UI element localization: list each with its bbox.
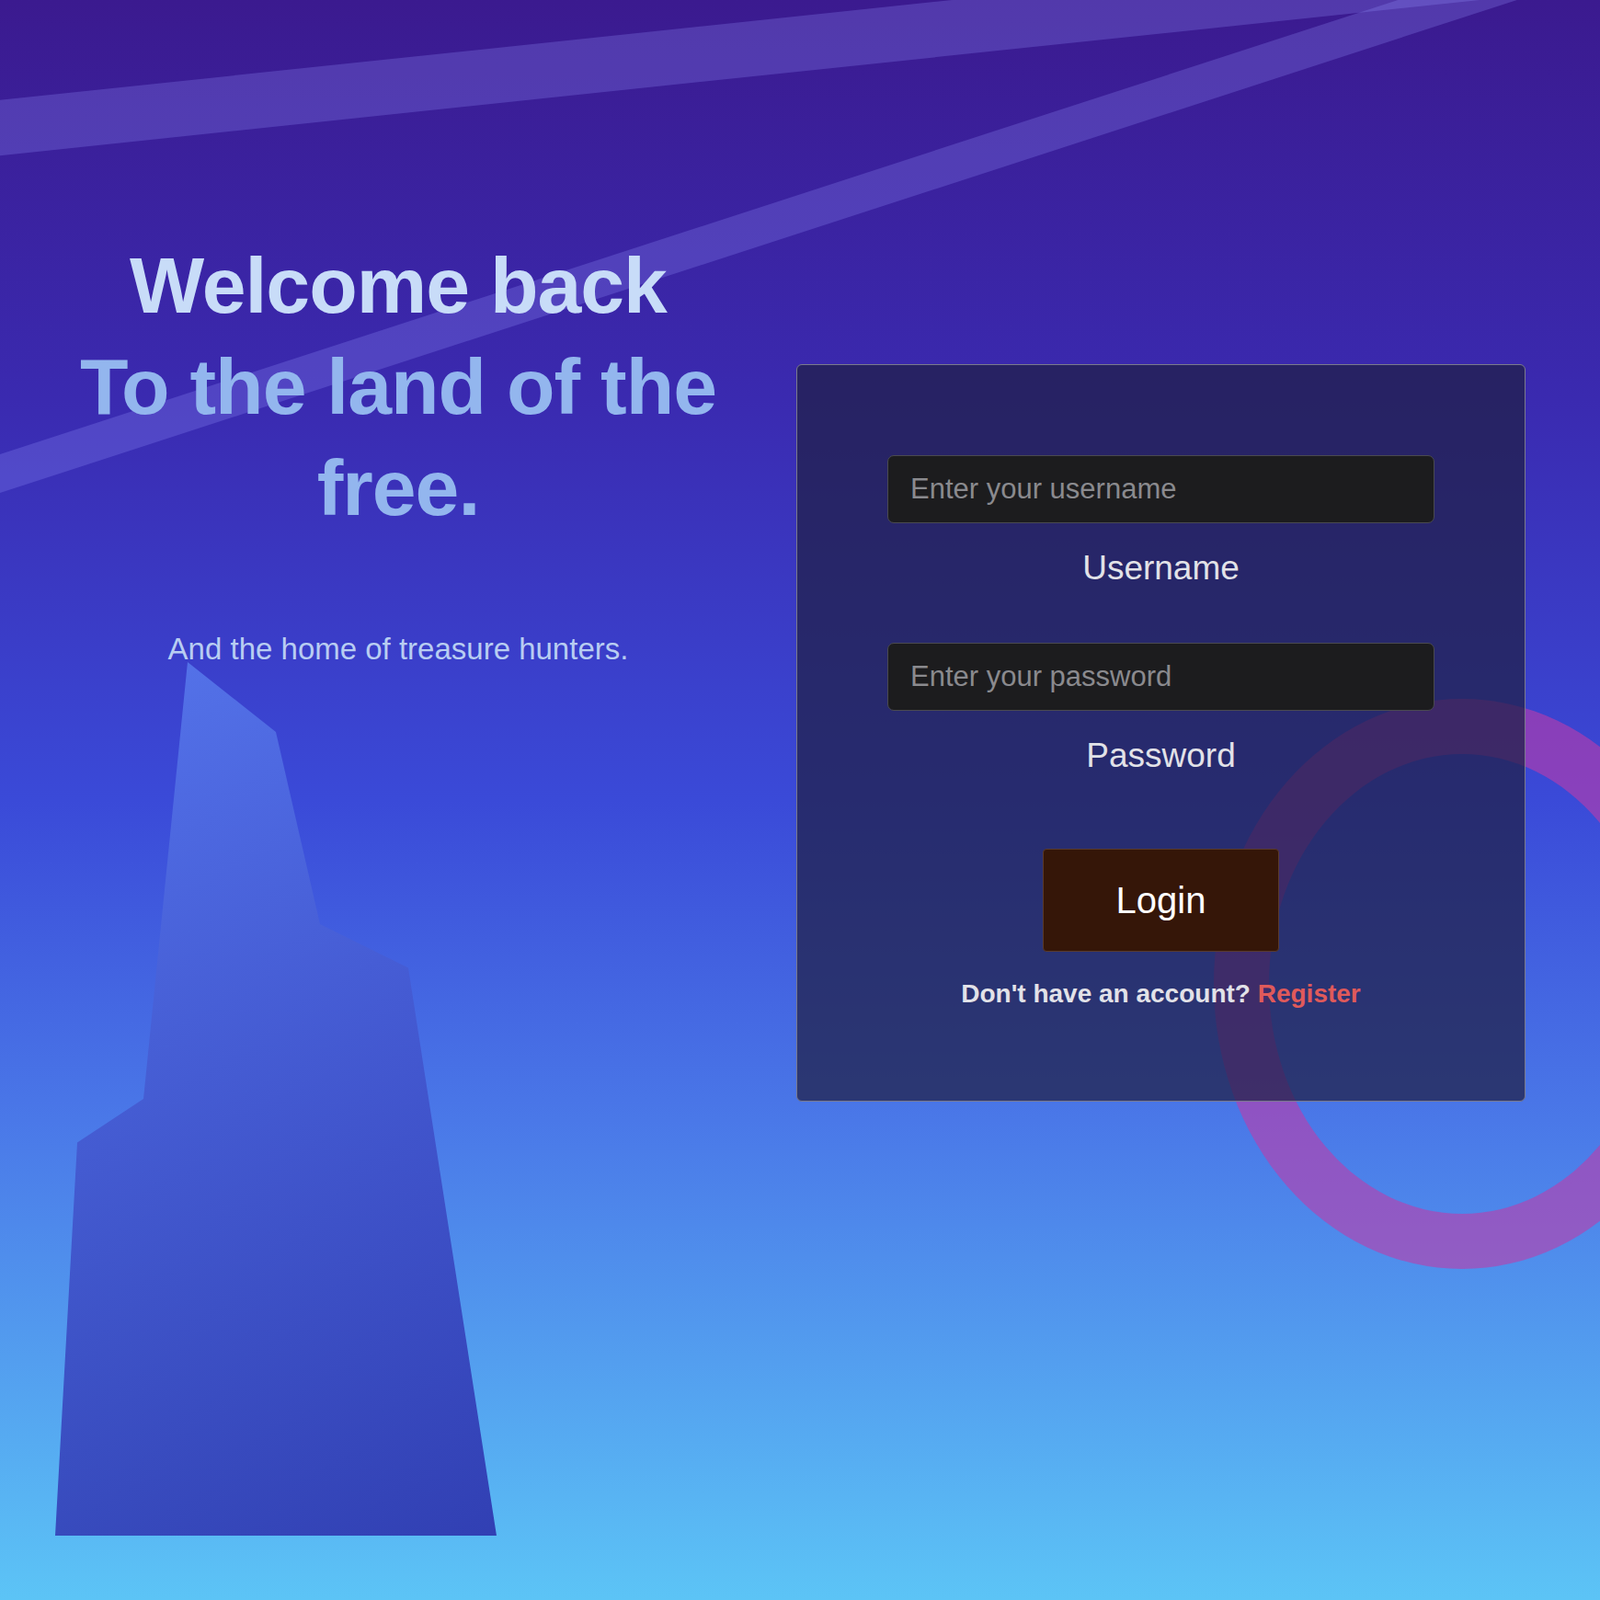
register-link[interactable]: Register <box>1257 979 1361 1008</box>
field-label: Password <box>1085 736 1235 776</box>
crystal-rock <box>55 662 497 1536</box>
form-field: Password <box>887 642 1435 776</box>
title-line: To the land of the free. <box>30 335 766 538</box>
text-input[interactable] <box>887 642 1435 711</box>
form-column: Username Password Login Don't have an accou… <box>796 0 1526 1600</box>
hero-title: Welcome backTo the land of the free. <box>30 234 766 538</box>
tagline: And the home of treasure hunters. <box>168 631 629 667</box>
hero: Welcome backTo the land of the free. And … <box>0 0 797 1600</box>
login-button[interactable]: Login <box>1042 848 1280 952</box>
field-label: Username <box>1082 548 1240 588</box>
form-field: Username <box>887 455 1435 588</box>
title-line: Welcome back <box>30 234 766 336</box>
text-input[interactable] <box>887 455 1435 524</box>
login-panel: Username Password Login Don't have an accou… <box>796 364 1526 1102</box>
login-page: Welcome backTo the land of the free. And … <box>0 0 1600 1600</box>
register-prompt: Don't have an account? Register <box>960 979 1361 1009</box>
